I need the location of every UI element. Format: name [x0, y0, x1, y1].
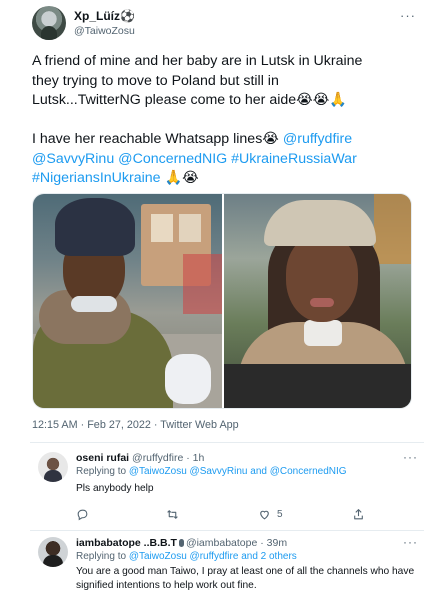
mention-link[interactable]: @SavvyRinu	[32, 151, 114, 167]
more-options-icon[interactable]: ···	[403, 450, 418, 464]
tweet-text-segment: I have her reachable Whatsapp lines😭	[32, 131, 283, 147]
tweet-text-line: I have her reachable Whatsapp lines😭 @ru…	[32, 130, 424, 150]
tweet-text: A friend of mine and her baby are in Lut…	[32, 52, 424, 189]
main-tweet-header: Xp_Lüíz⚽ @TaiwoZosu ···	[32, 6, 422, 42]
photo-left[interactable]	[33, 194, 222, 408]
replying-to: Replying to @TaiwoZosu @ruffydfire and 2…	[76, 551, 297, 562]
tweet-text-line: they trying to move to Poland but still …	[32, 72, 279, 89]
hashtag-link[interactable]: #NigeriansInUkraine	[32, 170, 161, 186]
reply-actions: 5	[76, 508, 376, 524]
share-button[interactable]	[352, 508, 365, 521]
reply-icon	[77, 509, 88, 521]
media-grid	[32, 193, 412, 409]
like-icon	[260, 510, 269, 520]
hashtag-link[interactable]: #UkraineRussiaWar	[231, 151, 357, 167]
retweet-icon	[167, 510, 178, 519]
retweet-button[interactable]	[166, 508, 185, 521]
avatar[interactable]	[38, 537, 68, 567]
reply-author[interactable]: iambabatope ..B.B.T @iambabatope · 39m	[76, 537, 287, 549]
tweet-text-segment: 🙏😭	[160, 170, 199, 186]
like-count: 5	[277, 509, 283, 520]
share-icon	[354, 509, 363, 520]
replying-to-link[interactable]: @TaiwoZosu @SavvyRinu and @ConcernedNIG	[129, 466, 347, 477]
divider	[30, 442, 424, 443]
avatar[interactable]	[38, 452, 68, 482]
reply-tweet[interactable]: oseni rufai @ruffydfire · 1h Replying to…	[32, 450, 424, 502]
mention-link[interactable]: @ruffydfire	[283, 131, 352, 147]
reply-text: You are a good man Taiwo, I pray at leas…	[76, 565, 426, 593]
reply-author[interactable]: oseni rufai @ruffydfire · 1h	[76, 452, 204, 464]
mention-link[interactable]: @ConcernedNIG	[118, 151, 227, 167]
reply-text-line: signified intentions to help work out fi…	[76, 580, 257, 591]
like-button[interactable]: 5	[258, 508, 283, 521]
reply-text-line: You are a good man Taiwo, I pray at leas…	[76, 566, 415, 577]
divider	[30, 530, 424, 531]
tweet-text-line: A friend of mine and her baby are in Lut…	[32, 53, 363, 69]
author-display-name[interactable]: Xp_Lüíz⚽	[74, 9, 135, 23]
more-options-icon[interactable]: ···	[403, 535, 418, 549]
reply-tweet[interactable]: iambabatope ..B.B.T @iambabatope · 39m Re…	[32, 535, 426, 595]
replying-to: Replying to @TaiwoZosu @SavvyRinu and @C…	[76, 466, 347, 477]
tweet-timestamp[interactable]: 12:15 AM · Feb 27, 2022 · Twitter Web Ap…	[32, 419, 239, 431]
microphone-icon	[178, 539, 184, 547]
reply-text: Pls anybody help	[76, 483, 154, 494]
tweet-text-line: Lutsk...TwitterNG please come to her aid…	[32, 92, 347, 108]
more-options-icon[interactable]: ···	[400, 8, 416, 23]
tweet-text-line: #NigeriansInUkraine 🙏😭	[32, 169, 424, 189]
reply-button[interactable]	[76, 508, 95, 521]
tweet-thread-page: Xp_Lüíz⚽ @TaiwoZosu ··· A friend of mine…	[0, 0, 438, 597]
photo-right[interactable]	[224, 194, 411, 408]
avatar[interactable]	[32, 6, 66, 40]
author-handle[interactable]: @TaiwoZosu	[74, 25, 135, 37]
replying-to-link[interactable]: @TaiwoZosu @ruffydfire and 2 others	[129, 551, 297, 562]
tweet-text-line: @SavvyRinu @ConcernedNIG #UkraineRussiaW…	[32, 150, 424, 170]
